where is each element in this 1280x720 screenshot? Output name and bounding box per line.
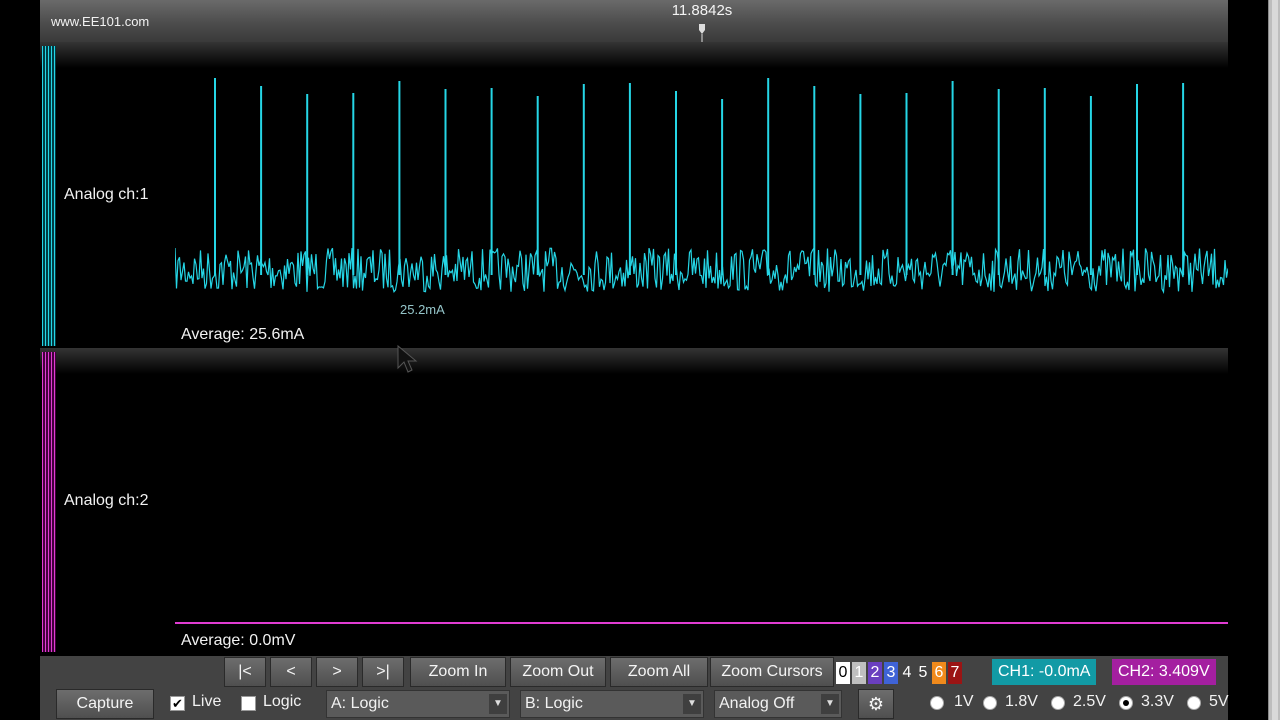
cursor-time-readout: 11.8842s <box>671 2 733 19</box>
channel-1-trace <box>175 78 1228 295</box>
digital-channel-7[interactable]: 7 <box>948 662 962 684</box>
voltage-1-8v-radio[interactable] <box>983 696 997 710</box>
ch1-readout: CH1: -0.0mA <box>992 659 1097 685</box>
digital-channel-5[interactable]: 5 <box>916 662 930 684</box>
settings-button[interactable]: ⚙ <box>858 689 894 719</box>
a-source-select[interactable]: A: Logic ▼ <box>326 690 510 718</box>
logic-label: Logic <box>263 693 302 710</box>
mouse-pointer-icon <box>397 344 418 373</box>
gear-icon: ⚙ <box>867 694 885 714</box>
chevron-down-icon[interactable]: ▼ <box>683 694 701 714</box>
b-source-select[interactable]: B: Logic ▼ <box>520 690 704 718</box>
voltage-3-3v-radio[interactable] <box>1119 696 1133 710</box>
bottom-toolbar: |< < > >| Zoom In Zoom Out Zoom All Zoom… <box>40 656 1229 720</box>
channel-2-header-shading <box>40 348 1228 374</box>
channel-2-color-strip[interactable] <box>42 352 56 652</box>
live-checkbox[interactable]: ✔ <box>170 696 185 711</box>
a-source-value: A: Logic <box>331 695 389 712</box>
hover-value-readout: 25.2mA <box>400 302 445 317</box>
voltage-2-5v-label: 2.5V <box>1073 693 1106 710</box>
jump-end-button[interactable]: >| <box>362 657 404 687</box>
channel-1-noise-band <box>175 246 1228 295</box>
voltage-5v-radio[interactable] <box>1187 696 1201 710</box>
voltage-2-5v-radio[interactable] <box>1051 696 1065 710</box>
site-url: www.EE101.com <box>51 14 150 29</box>
ch2-readout: CH2: 3.409V <box>1112 659 1216 685</box>
digital-channel-1[interactable]: 1 <box>852 662 866 684</box>
voltage-1-8v-label: 1.8V <box>1005 693 1038 710</box>
cursor-marker-icon[interactable] <box>697 24 707 42</box>
channel-2-label: Analog ch:2 <box>64 492 149 509</box>
zoom-all-button[interactable]: Zoom All <box>610 657 708 687</box>
window-right-edge <box>1268 0 1280 720</box>
live-label: Live <box>192 693 222 710</box>
voltage-5v-label: 5V <box>1209 693 1229 710</box>
logic-checkbox[interactable] <box>241 696 256 711</box>
capture-button[interactable]: Capture <box>56 689 154 719</box>
digital-channel-2[interactable]: 2 <box>868 662 882 684</box>
channel-1-header-shading <box>40 42 1228 68</box>
channel-2-average: Average: 0.0mV <box>181 632 296 649</box>
chevron-down-icon[interactable]: ▼ <box>489 694 507 714</box>
digital-channel-0[interactable]: 0 <box>836 662 850 684</box>
digital-channel-4[interactable]: 4 <box>900 662 914 684</box>
logic-analyzer-window: www.EE101.com 11.8842s Analog ch:1 25.2m… <box>40 0 1280 720</box>
channel-1-average: Average: 25.6mA <box>181 326 305 343</box>
channel-1-pane[interactable]: Analog ch:1 25.2mA Average: 25.6mA <box>40 42 1228 348</box>
step-back-button[interactable]: < <box>270 657 312 687</box>
digital-channel-3[interactable]: 3 <box>884 662 898 684</box>
jump-start-button[interactable]: |< <box>224 657 266 687</box>
voltage-1v-label: 1V <box>954 693 974 710</box>
voltage-1v-radio[interactable] <box>930 696 944 710</box>
zoom-in-button[interactable]: Zoom In <box>410 657 506 687</box>
analog-mode-value: Analog Off <box>719 695 795 712</box>
channel-1-color-strip[interactable] <box>42 46 56 346</box>
b-source-value: B: Logic <box>525 695 583 712</box>
channel-2-pane[interactable]: Analog ch:2 Average: 0.0mV <box>40 348 1228 656</box>
voltage-3-3v-label: 3.3V <box>1141 693 1174 710</box>
zoom-out-button[interactable]: Zoom Out <box>510 657 606 687</box>
digital-channel-6[interactable]: 6 <box>932 662 946 684</box>
channel-1-label: Analog ch:1 <box>64 186 149 203</box>
chevron-down-icon[interactable]: ▼ <box>821 694 839 714</box>
time-ruler[interactable]: www.EE101.com 11.8842s <box>40 0 1228 42</box>
zoom-cursors-button[interactable]: Zoom Cursors <box>710 657 834 687</box>
channel-2-trace <box>175 622 1228 624</box>
step-forward-button[interactable]: > <box>316 657 358 687</box>
analog-mode-select[interactable]: Analog Off ▼ <box>714 690 842 718</box>
